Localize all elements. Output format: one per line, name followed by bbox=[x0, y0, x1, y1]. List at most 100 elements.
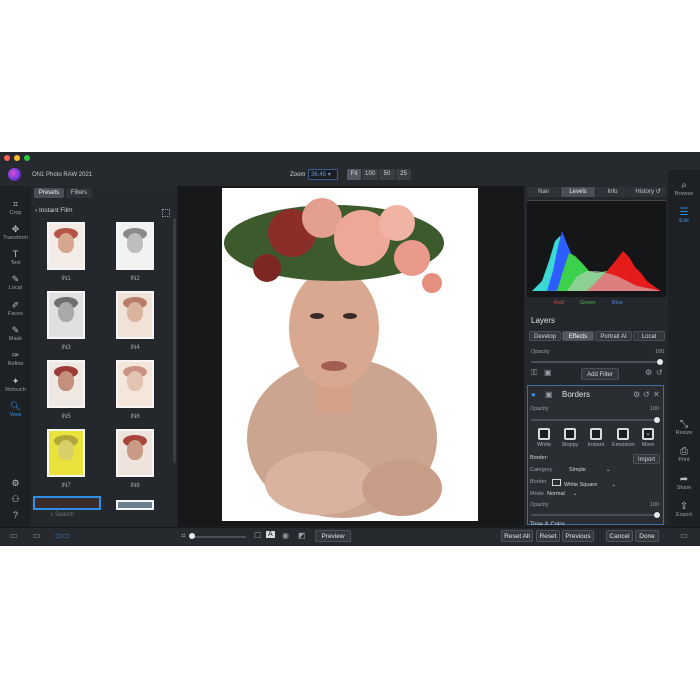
next-section-title[interactable]: Tone & Color bbox=[530, 520, 565, 525]
category-select[interactable]: Simple ⌄ bbox=[569, 467, 610, 473]
circle-view-icon[interactable]: ◉ bbox=[282, 531, 289, 540]
preset-thumbnail-in10[interactable] bbox=[116, 500, 154, 510]
add-filter-button[interactable]: Add Filter bbox=[581, 368, 619, 380]
zoom-slider-icon[interactable]: ⌗ bbox=[181, 531, 186, 541]
mode-select[interactable]: Normal ⌄ bbox=[547, 491, 577, 497]
filter-enabled-dot[interactable]: ● bbox=[531, 390, 536, 399]
preset-thumbnail-in6[interactable] bbox=[116, 360, 154, 408]
preset-thumbnail-in2[interactable] bbox=[116, 222, 154, 270]
checkbox-icon[interactable]: ☐ bbox=[254, 531, 261, 540]
help-icon[interactable]: ? bbox=[0, 510, 31, 521]
tab-history[interactable]: History ↺ bbox=[630, 187, 666, 197]
layer-opacity-knob[interactable] bbox=[657, 359, 663, 365]
module-edit[interactable]: ☰ Edit bbox=[668, 207, 700, 224]
preset-thumbnail-in5[interactable] bbox=[47, 360, 85, 408]
filter-settings-icon[interactable]: ⚙ bbox=[633, 390, 640, 399]
filter-opacity-slider[interactable] bbox=[531, 419, 658, 421]
split-view-icon[interactable]: ◩ bbox=[298, 531, 306, 540]
preset-thumbnail-in7[interactable] bbox=[47, 429, 85, 477]
right-panel-toggle-icon[interactable]: ▭ bbox=[680, 531, 688, 540]
tool-text[interactable]: T Text bbox=[0, 249, 31, 266]
preset-thumbnail-in9[interactable] bbox=[33, 496, 101, 510]
tab-presets[interactable]: Presets bbox=[34, 188, 64, 198]
import-button[interactable]: Import bbox=[633, 454, 660, 464]
border-opacity-slider[interactable] bbox=[531, 514, 658, 516]
filmstrip-icon[interactable]: ▭ bbox=[33, 531, 41, 540]
preset-thumbnail-in3[interactable] bbox=[47, 291, 85, 339]
zoom-slider-knob[interactable] bbox=[189, 533, 195, 539]
chevron-down-icon: ⌄ bbox=[572, 491, 578, 497]
tool-view[interactable]: 🔍︎ View bbox=[0, 401, 31, 418]
module-print[interactable]: ⎙ Print bbox=[668, 446, 700, 463]
tab-develop[interactable]: Develop bbox=[529, 331, 561, 341]
zoom-value-select[interactable]: 36.45 ▾ bbox=[308, 169, 338, 180]
settings-icon[interactable]: ⚙ bbox=[645, 368, 652, 377]
previous-button[interactable]: Previous bbox=[562, 530, 594, 542]
tool-mask[interactable]: ✎ Mask bbox=[0, 325, 31, 342]
filter-reset-icon[interactable]: ↺ bbox=[643, 390, 650, 399]
zoom-slider[interactable] bbox=[191, 536, 246, 538]
preset-thumbnail-in1[interactable] bbox=[47, 222, 85, 270]
compare-view-icon[interactable]: ▭▭ bbox=[55, 531, 70, 540]
reset-all-button[interactable]: Reset All bbox=[501, 530, 533, 542]
module-resize[interactable]: ⤡ Resize bbox=[668, 419, 700, 436]
preview-button[interactable]: Preview bbox=[315, 530, 351, 542]
zoom-50-button[interactable]: 50 bbox=[379, 169, 395, 180]
grid-view-icon[interactable] bbox=[162, 209, 170, 217]
mask-layer-icon[interactable]: ▣ bbox=[544, 368, 552, 377]
close-window-dot[interactable] bbox=[4, 155, 10, 161]
module-export[interactable]: ⇪ Export bbox=[668, 501, 700, 518]
histogram-channel-green[interactable]: Green bbox=[580, 300, 595, 306]
done-button[interactable]: Done bbox=[635, 530, 659, 542]
preset-thumbnail-in4[interactable] bbox=[116, 291, 154, 339]
small-rose bbox=[422, 273, 442, 293]
reset-button[interactable]: Reset bbox=[536, 530, 560, 542]
tool-refine[interactable]: ✑ Refine bbox=[0, 350, 31, 367]
person-icon[interactable]: ⚇ bbox=[0, 494, 31, 505]
border-style-more[interactable]: ⌄ More bbox=[639, 428, 657, 448]
minimize-window-dot[interactable] bbox=[14, 155, 20, 161]
tool-retouch[interactable]: ✦ Retouch bbox=[0, 376, 31, 393]
border-select[interactable]: White Square ⌄ bbox=[552, 479, 616, 488]
lock-icon[interactable]: ⚿ bbox=[531, 368, 537, 378]
breadcrumb[interactable]: ‹ Instant Film bbox=[35, 207, 73, 214]
zoom-25-button[interactable]: 25 bbox=[396, 169, 411, 180]
edited-photo[interactable] bbox=[222, 188, 478, 521]
border-style-emulsion[interactable]: Emulsion bbox=[612, 428, 635, 448]
zoom-100-button[interactable]: 100 bbox=[362, 169, 378, 180]
tab-info[interactable]: Info bbox=[596, 187, 629, 197]
border-style-instant[interactable]: Instant bbox=[587, 428, 605, 448]
presets-scrollbar[interactable] bbox=[173, 218, 176, 463]
tool-transform[interactable]: ✥ Transform bbox=[0, 224, 31, 241]
tab-effects[interactable]: Effects bbox=[562, 331, 594, 341]
module-share[interactable]: ➦ Share bbox=[668, 474, 700, 491]
tool-local[interactable]: ✎ Local bbox=[0, 274, 31, 291]
zoom-window-dot[interactable] bbox=[24, 155, 30, 161]
histogram-channel-blue[interactable]: Blue bbox=[612, 300, 623, 306]
panel-toggle-icon[interactable]: ▭ bbox=[10, 531, 18, 540]
view-mode-a[interactable]: A bbox=[266, 531, 275, 538]
tab-portrait-ai[interactable]: Portrait AI bbox=[595, 331, 632, 341]
extras-icon[interactable]: ⚙ bbox=[0, 478, 31, 489]
border-style-white[interactable]: White bbox=[535, 428, 553, 448]
tool-label: Local bbox=[8, 285, 23, 291]
tool-faces[interactable]: ✐ Faces bbox=[0, 300, 31, 317]
histogram-channel-red[interactable]: Red bbox=[554, 300, 564, 306]
search-input[interactable]: ⌕ Search bbox=[50, 512, 74, 519]
filter-mask-icon[interactable]: ▣ bbox=[545, 390, 553, 399]
module-browse[interactable]: ⌕ Browse bbox=[668, 180, 700, 197]
tab-nav[interactable]: Nav bbox=[527, 187, 560, 197]
tab-levels[interactable]: Levels bbox=[561, 187, 595, 197]
tab-local[interactable]: Local bbox=[633, 331, 665, 341]
border-style-sloppy[interactable]: Sloppy bbox=[561, 428, 579, 448]
filter-opacity-knob[interactable] bbox=[654, 417, 660, 423]
tab-filters[interactable]: Filters bbox=[66, 188, 92, 198]
cancel-button[interactable]: Cancel bbox=[606, 530, 633, 542]
reset-icon[interactable]: ↺ bbox=[656, 368, 663, 377]
layer-opacity-slider[interactable] bbox=[531, 361, 661, 363]
tool-crop[interactable]: ⌗ Crop bbox=[0, 199, 31, 216]
filter-close-icon[interactable]: ✕ bbox=[653, 390, 660, 399]
preset-thumbnail-in8[interactable] bbox=[116, 429, 154, 477]
zoom-fit-button[interactable]: Fit bbox=[347, 169, 361, 180]
border-opacity-knob[interactable] bbox=[654, 512, 660, 518]
